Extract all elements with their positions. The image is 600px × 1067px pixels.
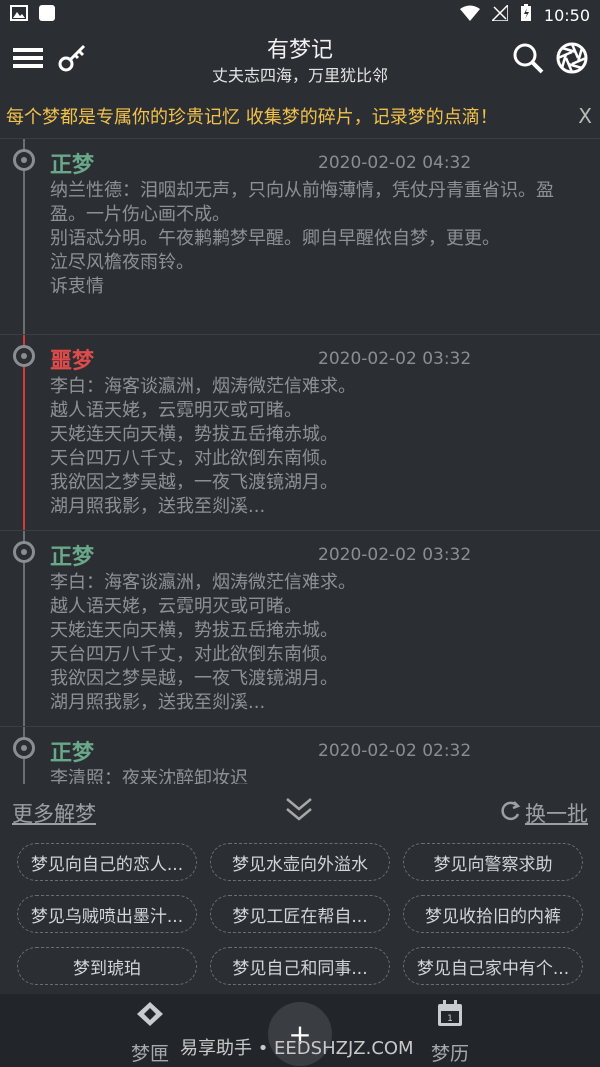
dream-item[interactable]: 正梦 2020-02-02 03:32 李白：海客谈瀛洲，烟涛微茫信难求。 越人… (0, 530, 600, 726)
dream-content: 李白：海客谈瀛洲，烟涛微茫信难求。 越人语天姥，云霓明灭或可睹。 天姥连天向天横… (50, 376, 356, 517)
aperture-button[interactable] (552, 40, 592, 80)
announcement-text: 每个梦都是专属你的珍贵记忆 收集梦的碎片，记录梦的点滴！ (6, 107, 498, 128)
refresh-icon (499, 800, 521, 827)
suggestion-chip[interactable]: 梦见自己和同事... (210, 947, 390, 985)
no-signal-icon (490, 3, 509, 25)
refresh-batch-button[interactable]: 换一批 (499, 798, 588, 828)
dream-kind: 噩梦 (50, 349, 95, 374)
wifi-icon (459, 5, 480, 25)
tab-dream-calendar-label: 梦历 (430, 1043, 469, 1065)
announcement-marquee: 每个梦都是专属你的珍贵记忆 收集梦的碎片，记录梦的点滴！ X (0, 98, 600, 134)
dream-kind: 正梦 (50, 545, 95, 570)
status-bar: 10:50 (0, 0, 600, 30)
dream-content: 李清照：夜来沈醉卸妆迟 (50, 768, 248, 784)
tab-dream-calendar[interactable]: 1 梦历 (410, 1000, 490, 1066)
suggestion-chip[interactable]: 梦见乌贼喷出墨汁... (17, 895, 197, 933)
calendar-icon: 1 (437, 1000, 463, 1033)
expand-button[interactable] (284, 796, 314, 828)
app-notification-icon (38, 4, 56, 26)
dream-interpretation-header: 更多解梦 换一批 (0, 792, 600, 832)
watermark: 易享助手 • EEDSHZJZ.COM (180, 1038, 414, 1059)
aperture-icon (556, 42, 588, 78)
suggestion-chip[interactable]: 梦见向自己的恋人... (17, 843, 197, 881)
double-chevron-down-icon (284, 798, 314, 828)
suggestion-chip[interactable]: 梦见工匠在帮自... (210, 895, 390, 933)
timeline-node-icon (13, 345, 35, 367)
dream-time: 2020-02-02 03:32 (318, 545, 472, 565)
tab-dream-box[interactable]: 梦匣 (110, 1000, 190, 1066)
suggestion-chip[interactable]: 梦见自己家中有个... (403, 947, 583, 985)
dream-list[interactable]: 正梦 2020-02-02 04:32 纳兰性德：泪咽却无声，只向从前悔薄情，凭… (0, 138, 600, 784)
diamond-icon (135, 1002, 165, 1033)
dream-time: 2020-02-02 03:32 (318, 349, 472, 369)
clock: 10:50 (543, 5, 590, 25)
top-bar: 有梦记 丈夫志四海，万里犹比邻 (0, 30, 600, 92)
dream-item[interactable]: 正梦 2020-02-02 02:32 李清照：夜来沈醉卸妆迟 (0, 726, 600, 784)
tab-dream-box-label: 梦匣 (130, 1043, 169, 1065)
dream-item[interactable]: 噩梦 2020-02-02 03:32 李白：海客谈瀛洲，烟涛微茫信难求。 越人… (0, 334, 600, 530)
svg-text:1: 1 (447, 1014, 453, 1024)
more-interpretations-link[interactable]: 更多解梦 (12, 798, 96, 828)
dream-content: 李白：海客谈瀛洲，烟涛微茫信难求。 越人语天姥，云霓明灭或可睹。 天姥连天向天横… (50, 572, 356, 713)
battery-icon (520, 4, 532, 26)
timeline-node-icon (13, 737, 35, 759)
timeline-node-icon (13, 149, 35, 171)
suggestion-chip[interactable]: 梦见水壶向外溢水 (210, 843, 390, 881)
suggestion-chip[interactable]: 梦见收拾旧的内裤 (403, 895, 583, 933)
gallery-notification-icon (10, 5, 28, 25)
refresh-batch-label: 换一批 (525, 802, 588, 826)
suggestion-chip[interactable]: 梦见向警察求助 (403, 843, 583, 881)
suggestion-chip[interactable]: 梦到琥珀 (17, 947, 197, 985)
dream-item[interactable]: 正梦 2020-02-02 04:32 纳兰性德：泪咽却无声，只向从前悔薄情，凭… (0, 138, 600, 334)
search-icon (512, 42, 544, 78)
dream-content: 纳兰性德：泪咽却无声，只向从前悔薄情，凭仗丹青重省识。盈盈。一片伤心画不成。 别… (50, 180, 554, 297)
dream-time: 2020-02-02 02:32 (318, 741, 472, 761)
dream-time: 2020-02-02 04:32 (318, 153, 472, 173)
close-announcement-button[interactable]: X (570, 104, 600, 128)
dream-kind: 正梦 (50, 153, 95, 178)
dream-kind: 正梦 (50, 741, 95, 766)
timeline-node-icon (13, 541, 35, 563)
search-button[interactable] (508, 40, 548, 80)
